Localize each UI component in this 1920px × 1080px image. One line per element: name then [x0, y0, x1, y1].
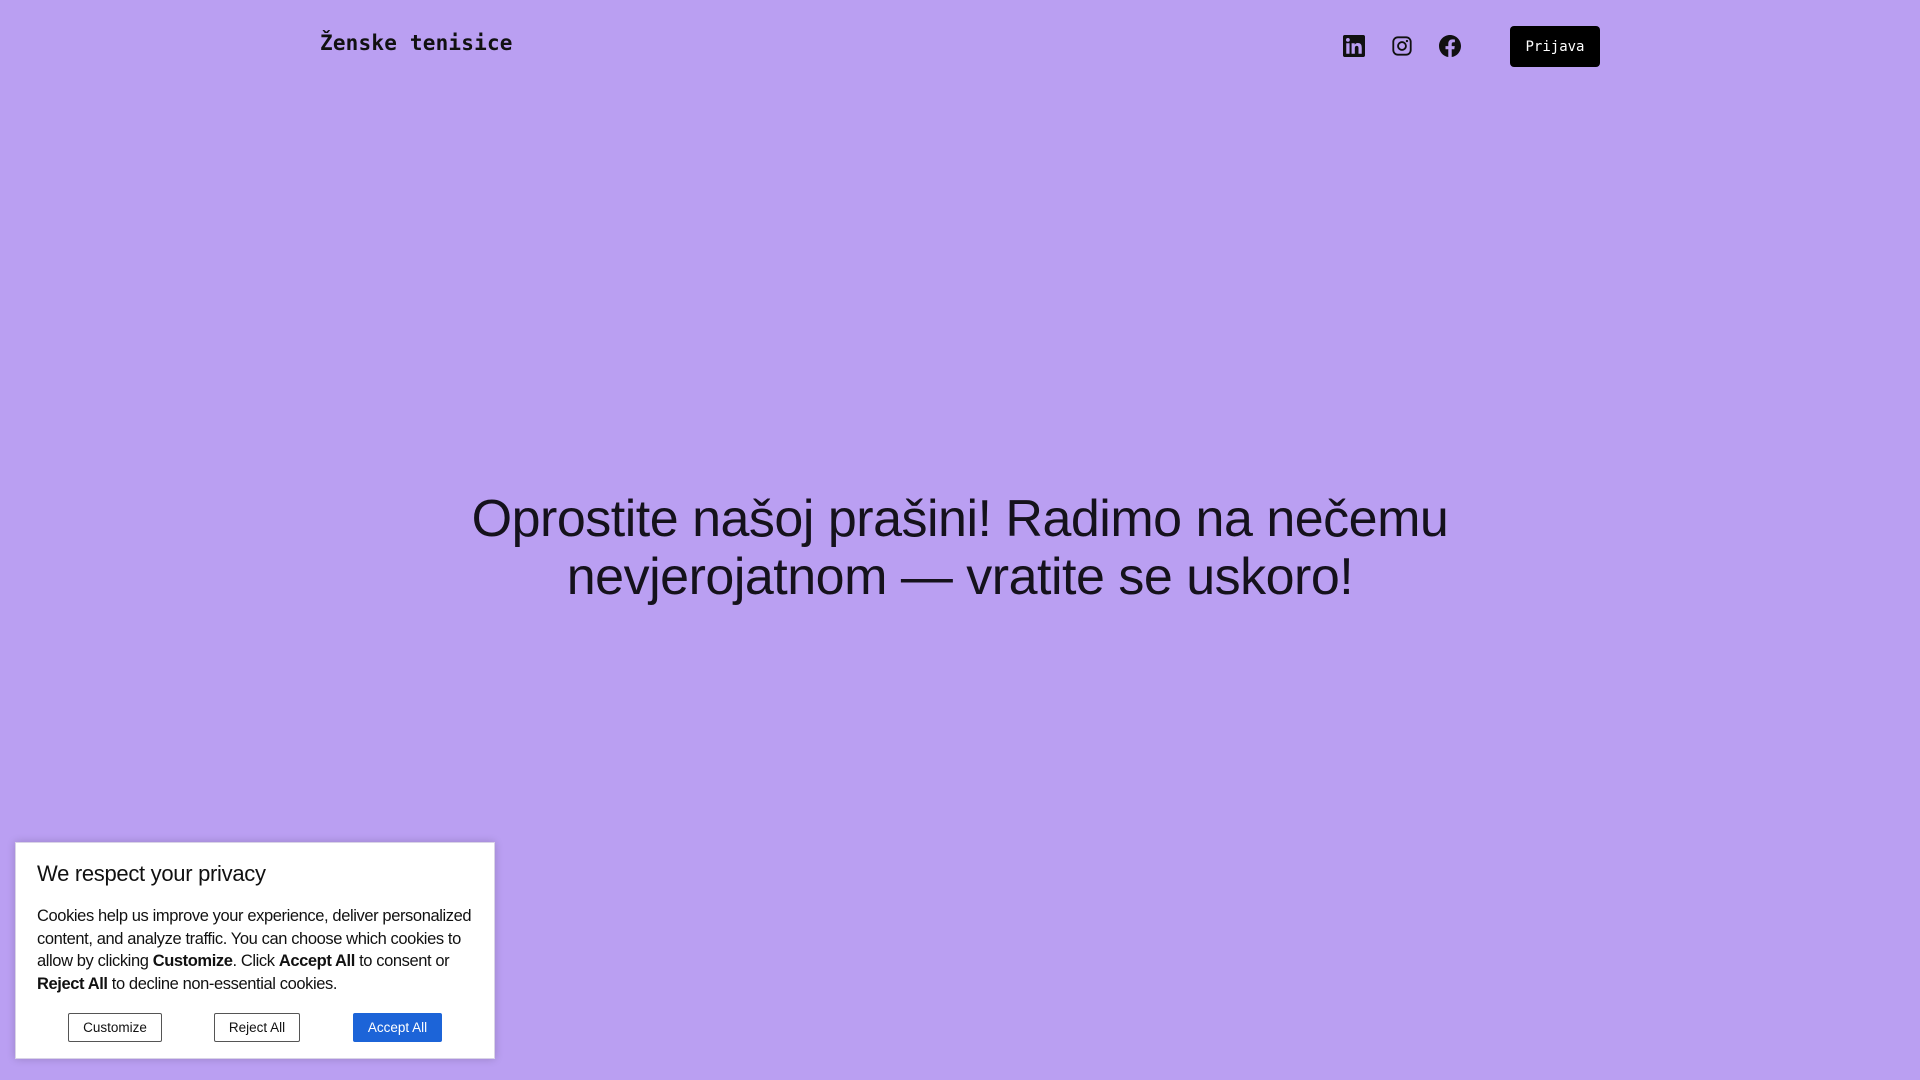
cookie-banner-text: Cookies help us improve your experience,… — [37, 905, 483, 995]
hero-line-2: nevjerojatnom — vratite se uskoro! — [566, 548, 1354, 606]
site-title[interactable]: Ženske tenisice — [320, 31, 513, 55]
linkedin-link[interactable] — [1340, 32, 1368, 60]
facebook-icon — [1439, 35, 1461, 57]
customize-button[interactable]: Customize — [68, 1013, 162, 1042]
hero-line-1: Oprostite našoj prašini! Radimo na nečem… — [471, 490, 1449, 548]
accept-all-button[interactable]: Accept All — [353, 1013, 442, 1042]
linkedin-icon — [1343, 35, 1365, 57]
cookie-text-bold: Reject All — [37, 974, 108, 993]
cookie-text-bold: Customize — [152, 952, 233, 970]
cookie-text-part: to decline non-essential cookies. — [107, 974, 338, 993]
login-button[interactable]: Prijava — [1510, 26, 1600, 67]
hero-message: Oprostite našoj prašini! Radimo na nečem… — [360, 490, 1560, 606]
instagram-link[interactable] — [1388, 32, 1416, 60]
cookie-banner: We respect your privacy Cookies help us … — [15, 842, 495, 1059]
cookie-text-part: to consent or — [354, 952, 450, 970]
site-header: Ženske tenisice Prijava — [0, 0, 1920, 92]
facebook-link[interactable] — [1436, 32, 1464, 60]
cookie-banner-title: We respect your privacy — [37, 861, 266, 886]
instagram-icon — [1391, 35, 1413, 57]
cookie-text-bold: Accept All — [278, 952, 355, 970]
cookie-text-part: . Click — [232, 952, 279, 970]
reject-all-button[interactable]: Reject All — [214, 1013, 300, 1042]
